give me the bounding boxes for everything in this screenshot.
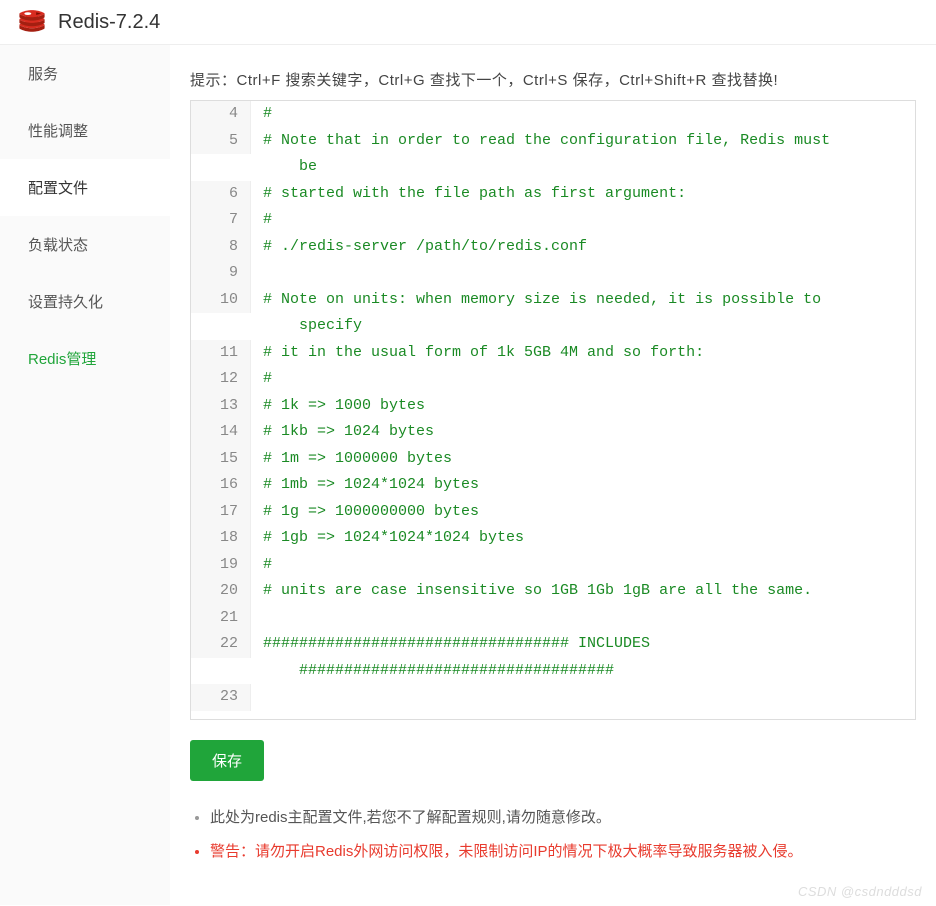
sidebar: 服务 性能调整 配置文件 负载状态 设置持久化 Redis管理: [0, 45, 170, 905]
code-line[interactable]: 8# ./redis-server /path/to/redis.conf: [191, 234, 915, 261]
sidebar-item-config[interactable]: 配置文件: [0, 159, 170, 216]
sidebar-item-performance[interactable]: 性能调整: [0, 102, 170, 159]
line-number: 15: [191, 446, 251, 473]
code-text[interactable]: # 1g => 1000000000 bytes: [251, 499, 915, 526]
code-line[interactable]: 12#: [191, 366, 915, 393]
sidebar-item-service[interactable]: 服务: [0, 45, 170, 102]
code-text[interactable]: ################################## INCLU…: [251, 631, 915, 658]
code-line[interactable]: 17# 1g => 1000000000 bytes: [191, 499, 915, 526]
code-line[interactable]: 14# 1kb => 1024 bytes: [191, 419, 915, 446]
code-text[interactable]: # Note on units: when memory size is nee…: [251, 287, 915, 314]
code-text[interactable]: # it in the usual form of 1k 5GB 4M and …: [251, 340, 915, 367]
code-text[interactable]: # ./redis-server /path/to/redis.conf: [251, 234, 915, 261]
code-line[interactable]: 13# 1k => 1000 bytes: [191, 393, 915, 420]
code-text[interactable]: #: [251, 207, 915, 234]
code-text[interactable]: # 1mb => 1024*1024 bytes: [251, 472, 915, 499]
notes-list: 此处为redis主配置文件,若您不了解配置规则,请勿随意修改。 警告：请勿开启R…: [190, 801, 916, 869]
code-text[interactable]: specify: [251, 313, 915, 340]
page-title: Redis-7.2.4: [58, 11, 160, 34]
save-button[interactable]: 保存: [190, 740, 264, 781]
code-line[interactable]: 5# Note that in order to read the config…: [191, 128, 915, 155]
sidebar-item-load[interactable]: 负载状态: [0, 216, 170, 273]
code-line[interactable]: 20# units are case insensitive so 1GB 1G…: [191, 578, 915, 605]
code-text[interactable]: #: [251, 552, 915, 579]
line-number: 11: [191, 340, 251, 367]
code-text[interactable]: # 1gb => 1024*1024*1024 bytes: [251, 525, 915, 552]
line-number: 4: [191, 101, 251, 128]
code-line[interactable]: 21: [191, 605, 915, 632]
line-number: 13: [191, 393, 251, 420]
line-number: 5: [191, 128, 251, 155]
code-line[interactable]: 4#: [191, 101, 915, 128]
code-text[interactable]: # units are case insensitive so 1GB 1Gb …: [251, 578, 915, 605]
sidebar-item-redis-manage[interactable]: Redis管理: [0, 330, 170, 387]
code-line[interactable]: 16# 1mb => 1024*1024 bytes: [191, 472, 915, 499]
line-number: 6: [191, 181, 251, 208]
code-line[interactable]: 10# Note on units: when memory size is n…: [191, 287, 915, 314]
code-line[interactable]: 19#: [191, 552, 915, 579]
line-number: 7: [191, 207, 251, 234]
code-text[interactable]: ###################################: [251, 658, 915, 685]
line-number: 18: [191, 525, 251, 552]
main-panel: 提示：Ctrl+F 搜索关键字，Ctrl+G 查找下一个，Ctrl+S 保存，C…: [170, 45, 936, 905]
code-line[interactable]: 15# 1m => 1000000 bytes: [191, 446, 915, 473]
line-number: 12: [191, 366, 251, 393]
line-number: 16: [191, 472, 251, 499]
code-text[interactable]: # 1kb => 1024 bytes: [251, 419, 915, 446]
code-line[interactable]: 9: [191, 260, 915, 287]
code-line[interactable]: 22################################## INC…: [191, 631, 915, 658]
note-warning-item: 警告：请勿开启Redis外网访问权限，未限制访问IP的情况下极大概率导致服务器被…: [210, 835, 916, 869]
note-item: 此处为redis主配置文件,若您不了解配置规则,请勿随意修改。: [210, 801, 916, 835]
code-text[interactable]: #: [251, 366, 915, 393]
line-number: 17: [191, 499, 251, 526]
code-text[interactable]: #: [251, 101, 915, 128]
code-line-wrap[interactable]: ###################################: [191, 658, 915, 685]
sidebar-item-persistence[interactable]: 设置持久化: [0, 273, 170, 330]
code-text[interactable]: # started with the file path as first ar…: [251, 181, 915, 208]
code-text[interactable]: # Note that in order to read the configu…: [251, 128, 915, 155]
line-number: 21: [191, 605, 251, 632]
tip-text: 提示：Ctrl+F 搜索关键字，Ctrl+G 查找下一个，Ctrl+S 保存，C…: [190, 69, 916, 90]
redis-icon: [18, 10, 46, 34]
line-number: 9: [191, 260, 251, 287]
code-line[interactable]: 18# 1gb => 1024*1024*1024 bytes: [191, 525, 915, 552]
code-line-wrap[interactable]: be: [191, 154, 915, 181]
code-text[interactable]: # 1k => 1000 bytes: [251, 393, 915, 420]
code-line[interactable]: 11# it in the usual form of 1k 5GB 4M an…: [191, 340, 915, 367]
code-text[interactable]: be: [251, 154, 915, 181]
code-line[interactable]: 6# started with the file path as first a…: [191, 181, 915, 208]
line-number: 10: [191, 287, 251, 314]
code-text[interactable]: # 1m => 1000000 bytes: [251, 446, 915, 473]
line-number: 20: [191, 578, 251, 605]
line-number: 22: [191, 631, 251, 658]
line-number: 23: [191, 684, 251, 711]
line-number: 8: [191, 234, 251, 261]
code-line[interactable]: 23: [191, 684, 915, 711]
code-line-wrap[interactable]: specify: [191, 313, 915, 340]
line-number: 14: [191, 419, 251, 446]
code-line[interactable]: 7#: [191, 207, 915, 234]
line-number: 19: [191, 552, 251, 579]
code-editor[interactable]: 4#5# Note that in order to read the conf…: [190, 100, 916, 720]
header: Redis-7.2.4: [0, 0, 936, 45]
